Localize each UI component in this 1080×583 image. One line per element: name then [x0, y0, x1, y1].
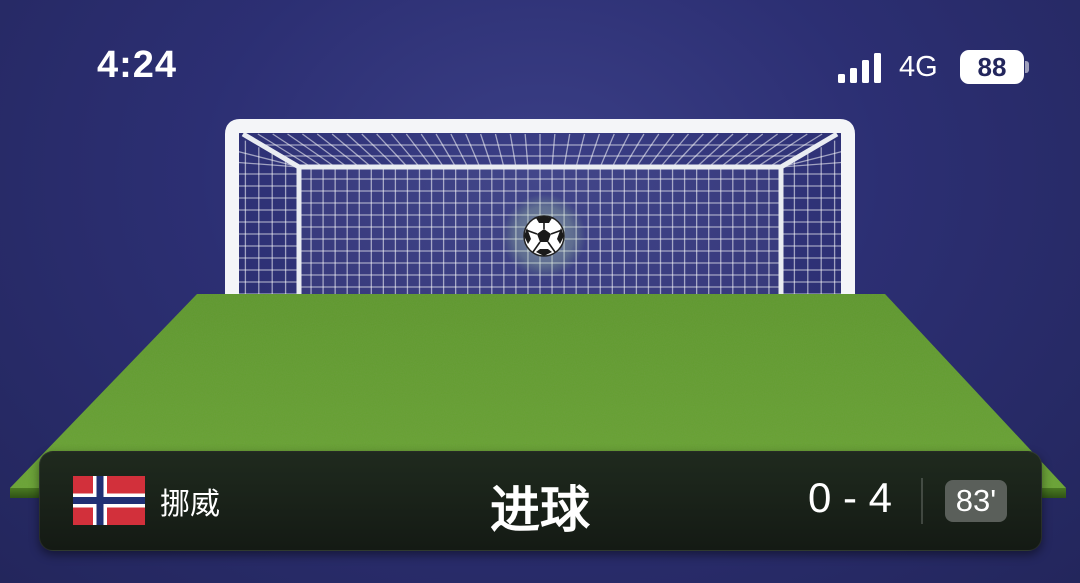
event-title: 进球	[490, 481, 590, 539]
battery-nub	[1025, 61, 1029, 73]
goal-event-screen: 4:24 4G 88 挪威 进球 0 - 4 83'	[0, 0, 1080, 583]
football-icon	[523, 215, 565, 257]
match-score: 0 - 4	[807, 474, 893, 521]
divider	[921, 478, 923, 524]
goal-event-banner[interactable]: 挪威 进球 0 - 4 83'	[39, 451, 1042, 551]
status-bar: 4:24 4G 88	[0, 0, 1080, 100]
norway-flag-icon	[73, 476, 145, 525]
status-time: 4:24	[97, 44, 178, 86]
network-type: 4G	[899, 51, 938, 83]
battery-icon: 88	[960, 50, 1024, 84]
battery-level: 88	[977, 52, 1007, 82]
cellular-signal-icon	[838, 53, 881, 83]
team-name: 挪威	[160, 487, 220, 522]
match-minute-badge: 83'	[945, 480, 1007, 522]
